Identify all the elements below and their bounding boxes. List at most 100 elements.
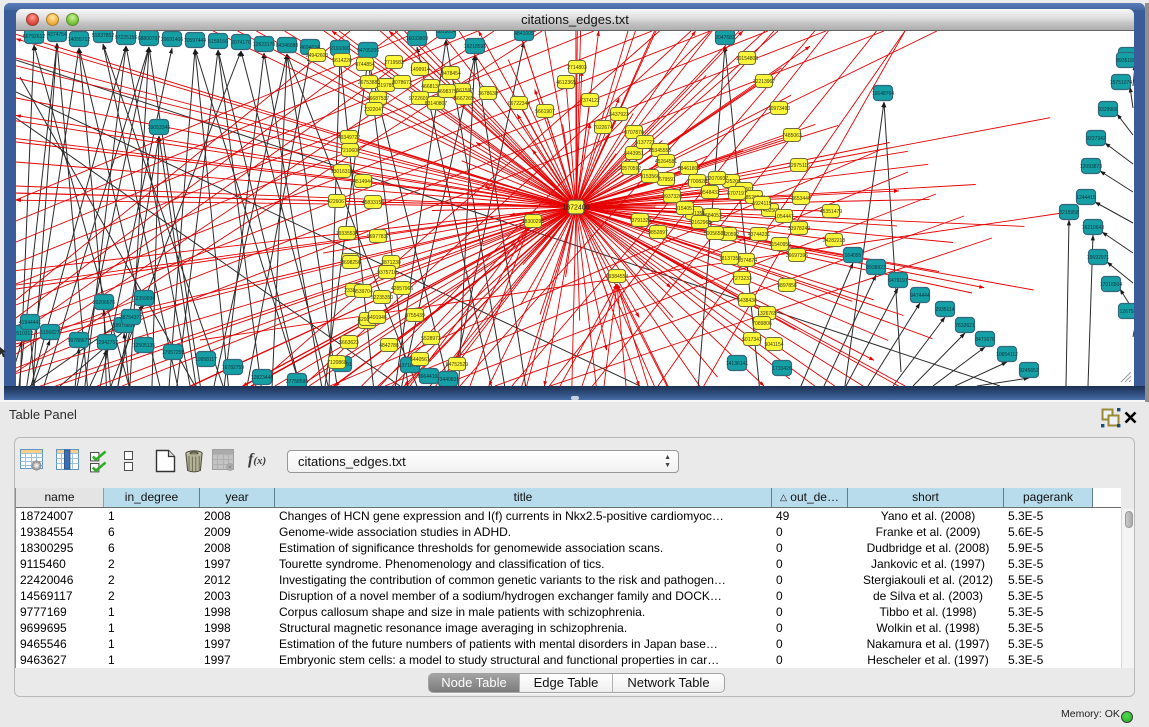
svg-text:1733426: 1733426	[772, 366, 792, 372]
svg-text:78137358: 78137358	[719, 256, 741, 262]
svg-text:12823446: 12823446	[251, 375, 273, 381]
svg-text:4744854: 4744854	[355, 62, 375, 68]
svg-text:5437923: 5437923	[609, 112, 629, 118]
svg-text:19958117: 19958117	[195, 357, 217, 363]
svg-text:49349722: 49349722	[338, 135, 360, 141]
svg-text:14136141: 14136141	[726, 361, 748, 367]
svg-text:5614226: 5614226	[332, 58, 352, 64]
svg-text:94705205: 94705205	[357, 48, 379, 54]
svg-text:5443951: 5443951	[624, 151, 644, 157]
svg-text:20570592: 20570592	[619, 166, 641, 172]
svg-text:2047682: 2047682	[715, 35, 735, 41]
svg-text:85345555: 85345555	[649, 148, 671, 154]
svg-text:42857966: 42857966	[391, 286, 413, 292]
svg-text:9548432: 9548432	[700, 190, 720, 196]
svg-text:11540956: 11540956	[769, 242, 791, 248]
svg-text:66722344: 66722344	[508, 101, 530, 107]
svg-text:24942603: 24942603	[306, 53, 328, 59]
svg-text:9478454: 9478454	[441, 71, 461, 77]
svg-text:1156827: 1156827	[40, 330, 59, 336]
svg-text:15751074: 15751074	[1110, 80, 1132, 86]
svg-text:7632621: 7632621	[955, 323, 975, 329]
svg-text:6438436: 6438436	[737, 298, 757, 304]
svg-text:93016315: 93016315	[331, 169, 353, 175]
svg-text:43744231: 43744231	[748, 232, 770, 238]
svg-text:29053346: 29053346	[148, 125, 170, 131]
svg-text:66792612: 66792612	[23, 34, 45, 40]
svg-text:12359934: 12359934	[133, 296, 155, 302]
svg-text:24282218: 24282218	[823, 238, 845, 244]
svg-text:8938923: 8938923	[866, 265, 886, 271]
svg-text:4226067: 4226067	[327, 199, 347, 205]
svg-text:73440831: 73440831	[437, 377, 459, 383]
svg-text:14055712: 14055712	[68, 37, 90, 43]
svg-text:4842788: 4842788	[379, 343, 399, 349]
svg-text:17016504: 17016504	[1100, 282, 1122, 288]
svg-text:12213967: 12213967	[753, 79, 775, 85]
svg-text:1054447: 1054447	[774, 214, 794, 220]
svg-text:83140807: 83140807	[425, 101, 447, 107]
svg-text:4612365: 4612365	[556, 80, 576, 86]
svg-text:36697396: 36697396	[786, 253, 808, 259]
svg-text:5041154: 5041154	[764, 342, 783, 348]
svg-text:8698256: 8698256	[341, 260, 361, 266]
svg-text:12093873: 12093873	[1080, 164, 1102, 170]
svg-text:1872400: 1872400	[562, 204, 589, 211]
svg-text:73791320: 73791320	[629, 218, 651, 224]
svg-text:8471676: 8471676	[975, 337, 995, 343]
svg-text:12942757: 12942757	[96, 340, 118, 346]
svg-text:45833156: 45833156	[362, 200, 384, 206]
svg-text:5528972: 5528972	[421, 336, 441, 342]
svg-text:9375710: 9375710	[377, 270, 397, 276]
svg-text:6479197: 6479197	[888, 278, 908, 284]
svg-text:7089806: 7089806	[752, 321, 772, 327]
svg-text:32162965: 32162965	[689, 220, 711, 226]
svg-text:10973493: 10973493	[768, 106, 790, 112]
svg-text:2074176: 2074176	[231, 40, 251, 46]
svg-text:5924115: 5924115	[752, 201, 771, 207]
svg-text:5663623: 5663623	[339, 340, 359, 346]
svg-text:3653446: 3653446	[791, 196, 811, 202]
svg-text:52235350: 52235350	[371, 295, 393, 301]
svg-text:5661907: 5661907	[535, 109, 555, 115]
svg-text:96977837: 96977837	[367, 234, 389, 240]
svg-text:2322047: 2322047	[364, 107, 384, 113]
svg-text:7120868: 7120868	[327, 360, 347, 366]
svg-text:12505135: 12505135	[133, 343, 155, 349]
svg-text:36687537: 36687537	[367, 96, 389, 102]
svg-text:97225156: 97225156	[115, 35, 137, 41]
svg-text:5667265: 5667265	[454, 96, 474, 102]
svg-text:41944441: 41944441	[19, 320, 41, 326]
svg-text:3678638: 3678638	[478, 91, 498, 97]
svg-text:4374754: 4374754	[47, 32, 67, 38]
svg-text:45264581: 45264581	[655, 159, 677, 165]
svg-text:1244415: 1244415	[1076, 195, 1096, 201]
svg-text:9153566: 9153566	[640, 174, 660, 180]
svg-text:19218596: 19218596	[464, 44, 486, 50]
svg-text:12823170: 12823170	[253, 42, 275, 48]
svg-text:7022674: 7022674	[593, 125, 613, 131]
svg-text:33978249: 33978249	[788, 226, 810, 232]
svg-text:7485063: 7485063	[782, 133, 802, 139]
svg-text:10154808: 10154808	[736, 56, 758, 62]
svg-text:9897858: 9897858	[777, 283, 797, 289]
svg-text:164095: 164095	[845, 253, 862, 259]
svg-text:126753: 126753	[1120, 309, 1134, 315]
svg-text:8935169: 8935169	[1116, 58, 1134, 64]
svg-text:50056581: 50056581	[704, 231, 726, 237]
svg-text:68800797: 68800797	[138, 36, 160, 42]
svg-text:3154051: 3154051	[675, 206, 695, 212]
svg-text:18300295: 18300295	[522, 219, 544, 225]
svg-text:16033809: 16033809	[406, 36, 428, 42]
svg-text:5491946: 5491946	[367, 315, 387, 321]
svg-text:12975115: 12975115	[788, 163, 810, 169]
svg-text:84346088: 84346088	[276, 43, 298, 49]
svg-text:16210643: 16210643	[1082, 225, 1104, 231]
svg-text:38754377: 38754377	[120, 315, 142, 321]
svg-text:9329966: 9329966	[1098, 107, 1118, 113]
svg-text:88461803: 88461803	[678, 166, 700, 172]
svg-text:45351479: 45351479	[820, 209, 842, 215]
svg-text:5017343: 5017343	[742, 337, 762, 343]
svg-text:4514944: 4514944	[353, 179, 373, 185]
svg-text:8755439: 8755439	[405, 313, 425, 319]
